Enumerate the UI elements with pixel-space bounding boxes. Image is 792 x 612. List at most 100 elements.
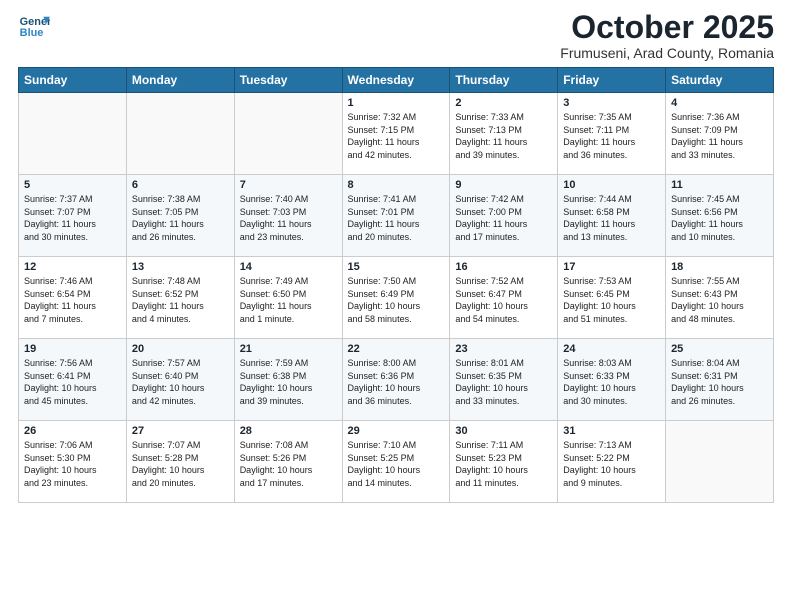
calendar-cell: 4 Sunrise: 7:36 AM Sunset: 7:09 PM Daylig… [666, 93, 774, 175]
calendar-cell [19, 93, 127, 175]
calendar-cell: 27Sunrise: 7:07 AM Sunset: 5:28 PM Dayli… [126, 421, 234, 503]
day-number: 14 [240, 261, 337, 273]
day-number: 11 [671, 179, 768, 191]
calendar-cell: 28 Sunrise: 7:08 AM Sunset: 5:26 PM Dayli… [234, 421, 342, 503]
calendar-week-3: 12 Sunrise: 7:46 AM Sunset: 6:54 PM Dayli… [19, 257, 774, 339]
day-number: 30 [455, 425, 552, 437]
calendar-cell: 12 Sunrise: 7:46 AM Sunset: 6:54 PM Dayli… [19, 257, 127, 339]
day-number: 17 [563, 261, 660, 273]
day-info: Sunrise: 7:35 AM Sunset: 7:11 PM Dayligh… [563, 111, 660, 161]
header-friday: Friday [558, 68, 666, 93]
day-number: 2 [455, 97, 552, 109]
calendar-cell: 2 Sunrise: 7:33 AM Sunset: 7:13 PM Daylig… [450, 93, 558, 175]
calendar-table: Sunday Monday Tuesday Wednesday Thursday… [18, 67, 774, 503]
day-number: 16 [455, 261, 552, 273]
day-number: 20 [132, 343, 229, 355]
day-info: Sunrise: 7:50 AM Sunset: 6:49 PM Dayligh… [348, 275, 445, 325]
day-number: 7 [240, 179, 337, 191]
calendar-cell: 29 Sunrise: 7:10 AM Sunset: 5:25 PM Dayli… [342, 421, 450, 503]
calendar-cell: 11 Sunrise: 7:45 AM Sunset: 6:56 PM Dayli… [666, 175, 774, 257]
day-number: 5 [24, 179, 121, 191]
day-number: 29 [348, 425, 445, 437]
calendar-cell: 23 Sunrise: 8:01 AM Sunset: 6:35 PM Dayli… [450, 339, 558, 421]
day-info: Sunrise: 7:08 AM Sunset: 5:26 PM Dayligh… [240, 439, 337, 489]
day-info: Sunrise: 7:45 AM Sunset: 6:56 PM Dayligh… [671, 193, 768, 243]
calendar-cell [126, 93, 234, 175]
day-number: 31 [563, 425, 660, 437]
day-number: 28 [240, 425, 337, 437]
day-info: Sunrise: 7:49 AM Sunset: 6:50 PM Dayligh… [240, 275, 337, 325]
calendar-cell: 10Sunrise: 7:44 AM Sunset: 6:58 PM Dayli… [558, 175, 666, 257]
day-info: Sunrise: 7:56 AM Sunset: 6:41 PM Dayligh… [24, 357, 121, 407]
calendar-cell: 6 Sunrise: 7:38 AM Sunset: 7:05 PM Daylig… [126, 175, 234, 257]
calendar-cell: 8Sunrise: 7:41 AM Sunset: 7:01 PM Daylig… [342, 175, 450, 257]
calendar-cell: 13 Sunrise: 7:48 AM Sunset: 6:52 PM Dayli… [126, 257, 234, 339]
day-number: 24 [563, 343, 660, 355]
logo-icon: General Blue [18, 10, 50, 42]
day-info: Sunrise: 7:46 AM Sunset: 6:54 PM Dayligh… [24, 275, 121, 325]
day-number: 26 [24, 425, 121, 437]
calendar-cell: 3 Sunrise: 7:35 AM Sunset: 7:11 PM Daylig… [558, 93, 666, 175]
day-number: 10 [563, 179, 660, 191]
logo: General Blue [18, 10, 50, 42]
day-info: Sunrise: 7:11 AM Sunset: 5:23 PM Dayligh… [455, 439, 552, 489]
day-info: Sunrise: 7:57 AM Sunset: 6:40 PM Dayligh… [132, 357, 229, 407]
day-info: Sunrise: 7:07 AM Sunset: 5:28 PM Dayligh… [132, 439, 229, 489]
day-info: Sunrise: 8:04 AM Sunset: 6:31 PM Dayligh… [671, 357, 768, 407]
location-title: Frumuseni, Arad County, Romania [560, 45, 774, 61]
calendar-cell: 18 Sunrise: 7:55 AM Sunset: 6:43 PM Dayli… [666, 257, 774, 339]
day-info: Sunrise: 7:36 AM Sunset: 7:09 PM Dayligh… [671, 111, 768, 161]
day-number: 23 [455, 343, 552, 355]
day-info: Sunrise: 7:40 AM Sunset: 7:03 PM Dayligh… [240, 193, 337, 243]
day-info: Sunrise: 7:53 AM Sunset: 6:45 PM Dayligh… [563, 275, 660, 325]
page: General Blue October 2025 Frumuseni, Ara… [0, 0, 792, 612]
day-number: 18 [671, 261, 768, 273]
calendar-cell: 21Sunrise: 7:59 AM Sunset: 6:38 PM Dayli… [234, 339, 342, 421]
svg-text:Blue: Blue [20, 27, 44, 39]
day-info: Sunrise: 7:33 AM Sunset: 7:13 PM Dayligh… [455, 111, 552, 161]
calendar-cell: 30 Sunrise: 7:11 AM Sunset: 5:23 PM Dayli… [450, 421, 558, 503]
day-info: Sunrise: 7:41 AM Sunset: 7:01 PM Dayligh… [348, 193, 445, 243]
title-block: October 2025 Frumuseni, Arad County, Rom… [560, 10, 774, 61]
calendar-week-2: 5 Sunrise: 7:37 AM Sunset: 7:07 PM Daylig… [19, 175, 774, 257]
calendar-cell: 19 Sunrise: 7:56 AM Sunset: 6:41 PM Dayli… [19, 339, 127, 421]
calendar-cell: 22Sunrise: 8:00 AM Sunset: 6:36 PM Dayli… [342, 339, 450, 421]
calendar-week-5: 26 Sunrise: 7:06 AM Sunset: 5:30 PM Dayli… [19, 421, 774, 503]
day-info: Sunrise: 7:13 AM Sunset: 5:22 PM Dayligh… [563, 439, 660, 489]
day-info: Sunrise: 7:10 AM Sunset: 5:25 PM Dayligh… [348, 439, 445, 489]
header-saturday: Saturday [666, 68, 774, 93]
day-info: Sunrise: 7:48 AM Sunset: 6:52 PM Dayligh… [132, 275, 229, 325]
day-number: 3 [563, 97, 660, 109]
day-number: 4 [671, 97, 768, 109]
day-info: Sunrise: 8:00 AM Sunset: 6:36 PM Dayligh… [348, 357, 445, 407]
calendar-cell: 15Sunrise: 7:50 AM Sunset: 6:49 PM Dayli… [342, 257, 450, 339]
calendar-cell: 26 Sunrise: 7:06 AM Sunset: 5:30 PM Dayli… [19, 421, 127, 503]
day-number: 1 [348, 97, 445, 109]
header-wednesday: Wednesday [342, 68, 450, 93]
day-info: Sunrise: 7:59 AM Sunset: 6:38 PM Dayligh… [240, 357, 337, 407]
header-monday: Monday [126, 68, 234, 93]
calendar-cell: 14 Sunrise: 7:49 AM Sunset: 6:50 PM Dayli… [234, 257, 342, 339]
header-thursday: Thursday [450, 68, 558, 93]
calendar-cell: 25 Sunrise: 8:04 AM Sunset: 6:31 PM Dayli… [666, 339, 774, 421]
day-info: Sunrise: 7:38 AM Sunset: 7:05 PM Dayligh… [132, 193, 229, 243]
header-tuesday: Tuesday [234, 68, 342, 93]
day-info: Sunrise: 7:42 AM Sunset: 7:00 PM Dayligh… [455, 193, 552, 243]
calendar-cell: 31 Sunrise: 7:13 AM Sunset: 5:22 PM Dayli… [558, 421, 666, 503]
day-info: Sunrise: 8:01 AM Sunset: 6:35 PM Dayligh… [455, 357, 552, 407]
calendar-cell: 9Sunrise: 7:42 AM Sunset: 7:00 PM Daylig… [450, 175, 558, 257]
calendar-cell: 1Sunrise: 7:32 AM Sunset: 7:15 PM Daylig… [342, 93, 450, 175]
calendar-cell: 17 Sunrise: 7:53 AM Sunset: 6:45 PM Dayli… [558, 257, 666, 339]
day-number: 12 [24, 261, 121, 273]
month-title: October 2025 [560, 10, 774, 45]
calendar-cell [234, 93, 342, 175]
calendar-week-1: 1Sunrise: 7:32 AM Sunset: 7:15 PM Daylig… [19, 93, 774, 175]
day-info: Sunrise: 8:03 AM Sunset: 6:33 PM Dayligh… [563, 357, 660, 407]
day-info: Sunrise: 7:37 AM Sunset: 7:07 PM Dayligh… [24, 193, 121, 243]
day-number: 19 [24, 343, 121, 355]
day-number: 13 [132, 261, 229, 273]
day-number: 6 [132, 179, 229, 191]
day-number: 25 [671, 343, 768, 355]
day-info: Sunrise: 7:55 AM Sunset: 6:43 PM Dayligh… [671, 275, 768, 325]
day-info: Sunrise: 7:06 AM Sunset: 5:30 PM Dayligh… [24, 439, 121, 489]
